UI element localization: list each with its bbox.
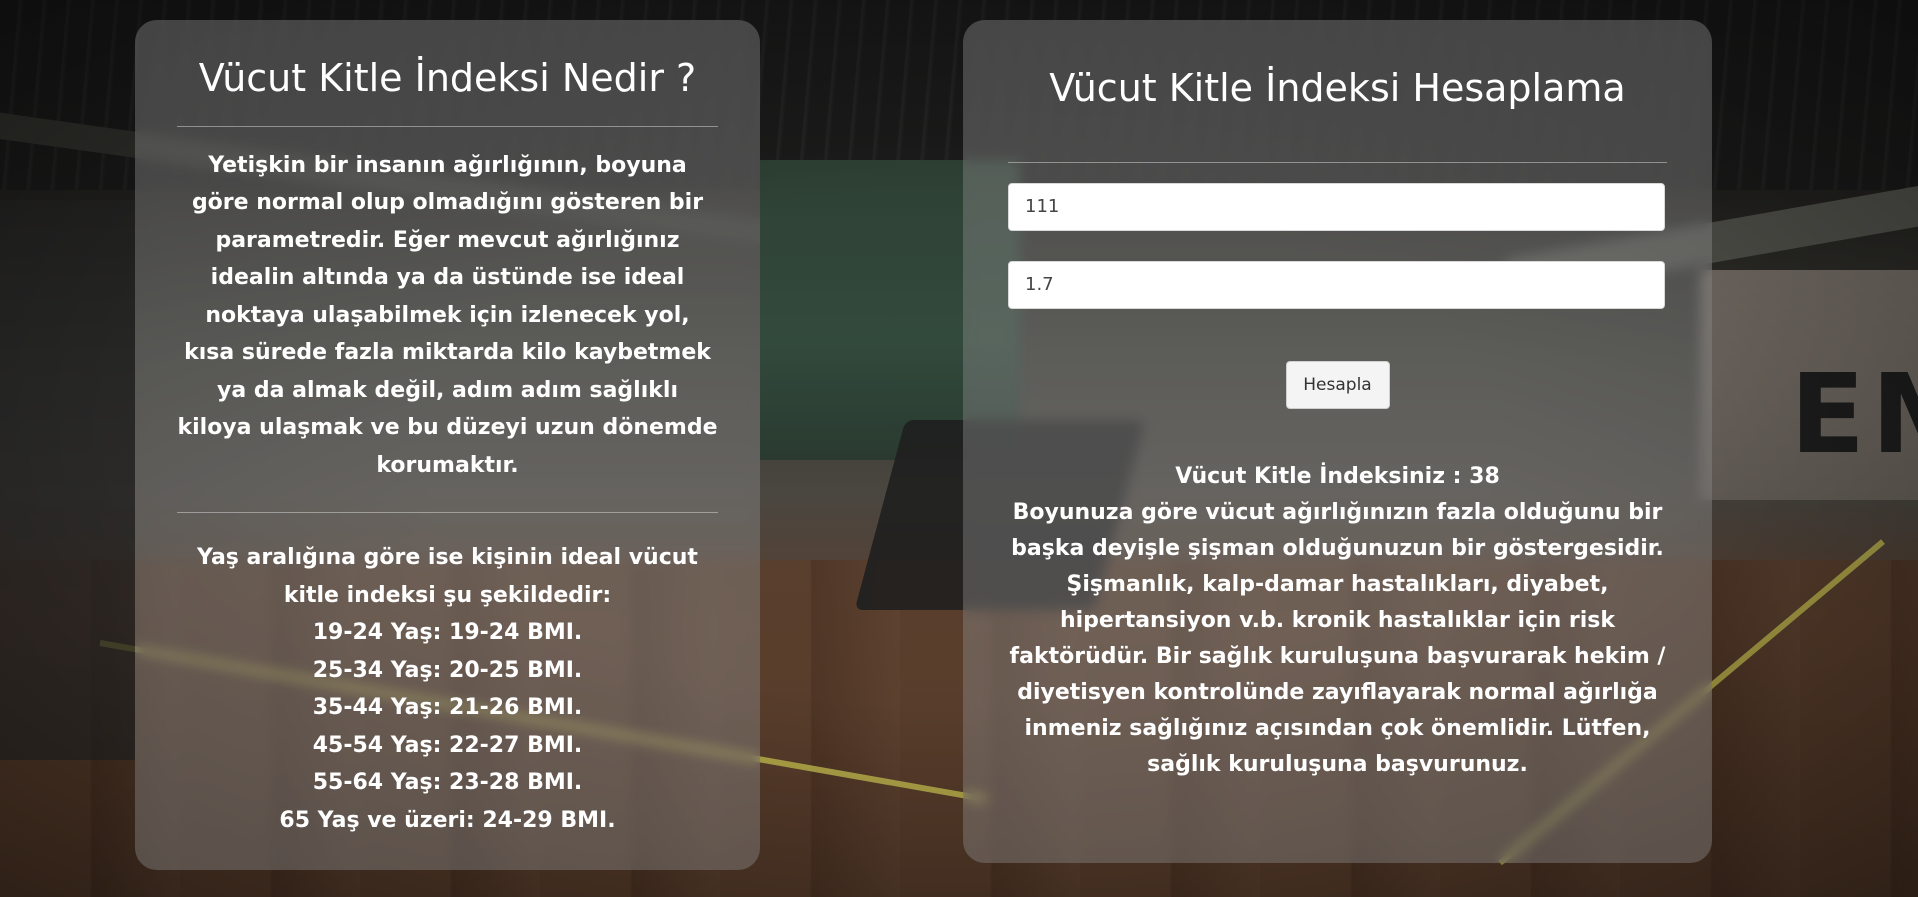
bmi-info-card: Vücut Kitle İndeksi Nedir ? Yetişkin bir…: [135, 20, 760, 870]
divider: [177, 125, 718, 127]
age-range-item: 55-64 Yaş: 23-28 BMI.: [312, 770, 583, 796]
age-intro-text: Yaş aralığına göre ise kişinin ideal vüc…: [197, 545, 698, 608]
bmi-result-value: Vücut Kitle İndeksiniz : 38: [1175, 463, 1500, 489]
age-range-item: 19-24 Yaş: 19-24 BMI.: [312, 620, 583, 646]
calculator-title: Vücut Kitle İndeksi Hesaplama: [1049, 66, 1626, 110]
height-input[interactable]: [1008, 260, 1665, 309]
age-range-item: 65 Yaş ve üzeri: 24-29 BMI.: [279, 807, 616, 833]
bmi-result: Vücut Kitle İndeksiniz : 38 Boyunuza gör…: [1008, 459, 1667, 783]
info-card-title: Vücut Kitle İndeksi Nedir ?: [198, 56, 697, 100]
age-range-item: 25-34 Yaş: 20-25 BMI.: [312, 657, 583, 683]
weight-input[interactable]: [1008, 182, 1665, 231]
divider: [1008, 161, 1667, 163]
calculate-button[interactable]: Hesapla: [1285, 360, 1390, 409]
age-range-item: 45-54 Yaş: 22-27 BMI.: [312, 732, 583, 758]
bmi-result-description: Boyunuza göre vücut ağırlığınızın fazla …: [1009, 499, 1666, 777]
age-bmi-list: Yaş aralığına göre ise kişinin ideal vüc…: [177, 539, 718, 839]
age-range-item: 35-44 Yaş: 21-26 BMI.: [312, 695, 583, 721]
bmi-description: Yetişkin bir insanın ağırlığının, boyuna…: [177, 152, 718, 478]
divider: [177, 512, 718, 514]
bmi-calculator-card: Vücut Kitle İndeksi Hesaplama Hesapla Vü…: [963, 20, 1712, 863]
